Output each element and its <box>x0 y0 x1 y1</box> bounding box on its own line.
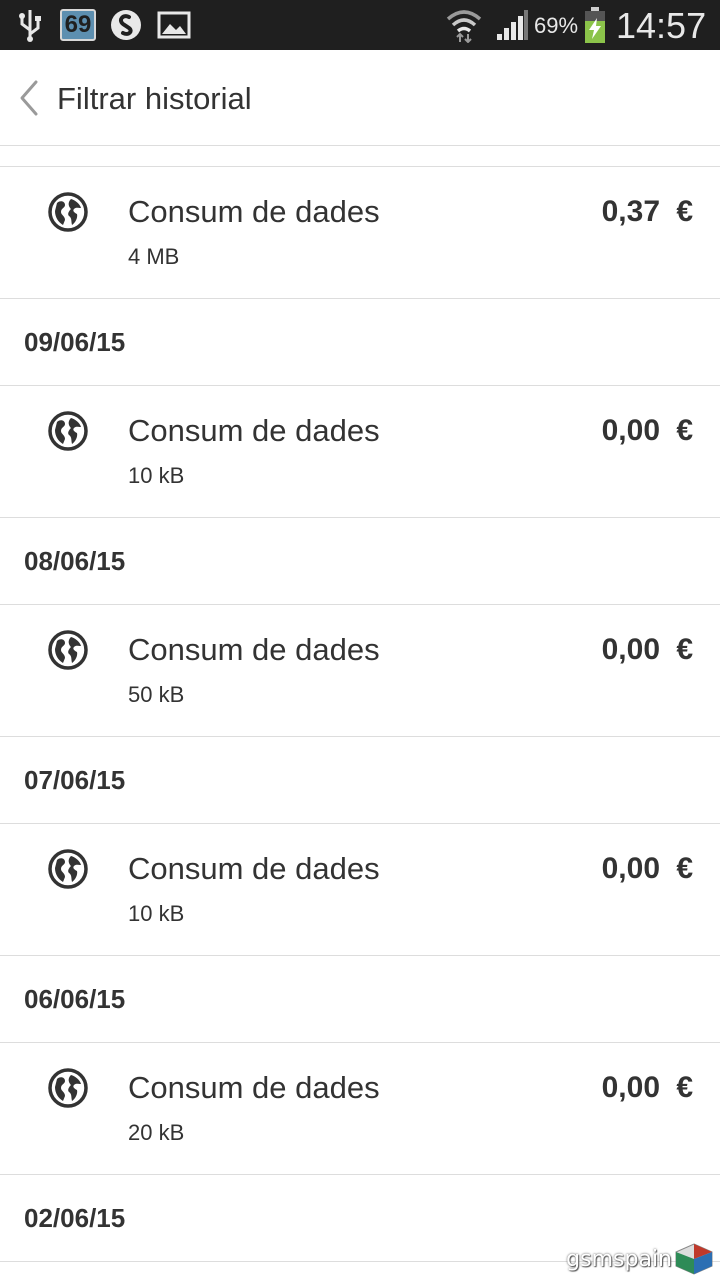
clock: 14:57 <box>616 5 707 46</box>
wifi-icon <box>444 0 484 50</box>
currency-symbol: € <box>676 1071 693 1104</box>
gallery-icon <box>156 0 192 50</box>
transaction-cost: 0,00 <box>601 414 660 447</box>
date-header: 06/06/15 <box>0 956 720 1043</box>
globe-icon <box>47 848 89 890</box>
date-header: 08/06/15 <box>0 518 720 605</box>
date-header: 09/06/15 <box>0 299 720 386</box>
transaction-title: Consum de dades <box>128 413 380 448</box>
globe-icon <box>47 410 89 452</box>
currency-symbol: € <box>676 633 693 666</box>
transaction-cost: 0,00 <box>601 1071 660 1104</box>
signal-icon <box>494 0 530 50</box>
usb-icon <box>16 0 44 50</box>
transaction-title: Consum de dades <box>128 194 380 229</box>
globe-icon <box>47 1067 89 1109</box>
status-bar: 69 69% 14:57 <box>0 0 720 50</box>
shazam-icon <box>108 0 144 50</box>
currency-symbol: € <box>676 195 693 228</box>
transaction-title: Consum de dades <box>128 851 380 886</box>
globe-icon <box>47 191 89 233</box>
chevron-left-icon[interactable] <box>14 78 44 118</box>
transaction-row[interactable]: Consum de dades 20 kB 0,00 € <box>0 1043 720 1175</box>
transaction-title: Consum de dades <box>128 1070 380 1105</box>
battery-percent: 69% <box>534 13 579 38</box>
notification-69-icon: 69 <box>60 9 96 41</box>
transaction-data-amount: 50 kB <box>128 682 185 707</box>
currency-symbol: € <box>676 414 693 447</box>
app-bar: Filtrar historial <box>0 50 720 146</box>
transaction-data-amount: 4 MB <box>128 244 180 269</box>
transaction-row[interactable]: Consum de dades 4 MB 0,37 € <box>0 167 720 299</box>
currency-symbol: € <box>676 852 693 885</box>
transaction-title: Consum de dades <box>128 632 380 667</box>
date-header: 07/06/15 <box>0 737 720 824</box>
page-title: Filtrar historial <box>57 81 252 116</box>
transaction-cost: 0,00 <box>601 852 660 885</box>
transaction-row[interactable]: Consum de dades 10 kB 0,00 € <box>0 824 720 956</box>
globe-icon <box>47 629 89 671</box>
transaction-data-amount: 10 kB <box>128 463 185 488</box>
transaction-row[interactable]: Consum de dades 50 kB 0,00 € <box>0 605 720 737</box>
watermark-text: gsmspain <box>566 1247 672 1272</box>
divider <box>0 146 720 167</box>
gsmspain-logo-icon <box>675 1243 713 1275</box>
battery-charging-icon <box>582 0 608 50</box>
transaction-cost: 0,00 <box>601 633 660 666</box>
transaction-cost: 0,37 <box>601 195 660 228</box>
transaction-data-amount: 20 kB <box>128 1120 185 1145</box>
history-list: Consum de dades 4 MB 0,37 € 09/06/15 Con… <box>0 146 720 1262</box>
transaction-data-amount: 10 kB <box>128 901 185 926</box>
transaction-row[interactable]: Consum de dades 10 kB 0,00 € <box>0 386 720 518</box>
